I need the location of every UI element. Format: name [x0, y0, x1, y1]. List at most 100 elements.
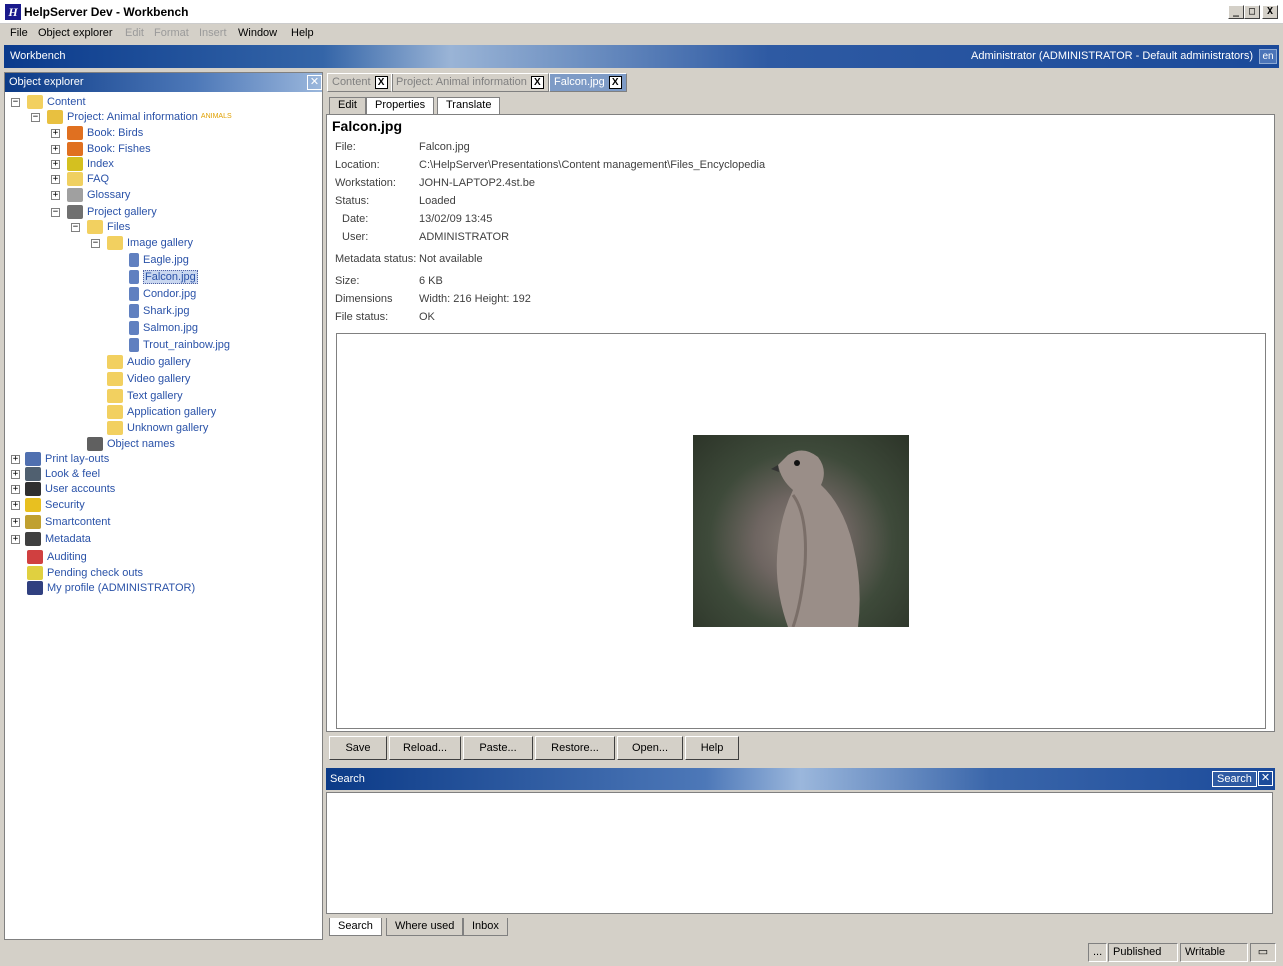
close-tab-icon[interactable]: X	[530, 75, 544, 89]
tree-item-book-fishes[interactable]: Book: Fishes	[67, 141, 151, 157]
prop-value: JOHN-LAPTOP2.4st.be	[419, 177, 535, 189]
tree-item-faq[interactable]: FAQ	[67, 171, 109, 187]
menu-window[interactable]: Window	[238, 27, 277, 39]
title-bar: H HelpServer Dev - Workbench _ □ X	[0, 0, 1283, 24]
expand-icon[interactable]: +	[11, 470, 20, 479]
tree-item-content[interactable]: Content	[27, 94, 86, 110]
language-button[interactable]: en	[1259, 49, 1277, 64]
tree-item-security[interactable]: Security	[25, 497, 85, 513]
book-icon	[67, 142, 83, 157]
tree-item-file[interactable]: Eagle.jpg	[129, 252, 189, 268]
folder-icon	[107, 355, 123, 370]
doc-tab-falcon[interactable]: Falcon.jpg X	[549, 73, 627, 92]
tree-item-pending-check-outs[interactable]: Pending check outs	[27, 565, 143, 581]
help-button[interactable]: Help	[685, 736, 739, 760]
status-layout-icon[interactable]: ▭	[1250, 943, 1276, 962]
prop-label: Location:	[335, 159, 380, 171]
tree-item-audio-gallery[interactable]: Audio gallery	[107, 354, 191, 370]
tree-item-application-gallery[interactable]: Application gallery	[107, 404, 216, 420]
expand-icon[interactable]: +	[11, 535, 20, 544]
restore-button[interactable]: Restore...	[535, 736, 615, 760]
tree-item-metadata[interactable]: Metadata	[25, 531, 91, 547]
close-search-icon[interactable]: ✕	[1258, 771, 1273, 786]
prop-value: Falcon.jpg	[419, 141, 470, 153]
open-button[interactable]: Open...	[617, 736, 683, 760]
tree-item-file[interactable]: Shark.jpg	[129, 303, 189, 319]
tree-item-user-accounts[interactable]: User accounts	[25, 481, 115, 497]
tree-item-files[interactable]: Files	[87, 219, 130, 235]
tree-item-file[interactable]: Trout_rainbow.jpg	[129, 337, 230, 353]
tab-inbox[interactable]: Inbox	[463, 918, 508, 936]
tree-item-file[interactable]: Falcon.jpg	[129, 269, 198, 285]
app-icon: H	[5, 4, 21, 20]
close-explorer-icon[interactable]: ✕	[307, 75, 322, 90]
maximize-button[interactable]: □	[1244, 5, 1260, 19]
tree-item-my-profile[interactable]: My profile (ADMINISTRATOR)	[27, 580, 195, 596]
expand-icon[interactable]: +	[51, 175, 60, 184]
tree-item-file[interactable]: Salmon.jpg	[129, 320, 198, 336]
tree-item-object-names[interactable]: Object names	[87, 436, 175, 452]
tab-search[interactable]: Search	[329, 918, 382, 936]
tree-item-project[interactable]: Project: Animal information ANIMALS	[47, 109, 232, 125]
users-icon	[25, 482, 41, 497]
tree-item-book-birds[interactable]: Book: Birds	[67, 125, 143, 141]
collapse-icon[interactable]: −	[71, 223, 80, 232]
chart-icon	[27, 550, 43, 565]
tree-item-video-gallery[interactable]: Video gallery	[107, 371, 190, 387]
close-button[interactable]: X	[1262, 5, 1278, 19]
tree-item-unknown-gallery[interactable]: Unknown gallery	[107, 420, 208, 436]
tree-item-image-gallery[interactable]: Image gallery	[107, 235, 193, 251]
expand-icon[interactable]: +	[11, 485, 20, 494]
expand-icon[interactable]: +	[11, 518, 20, 527]
menu-format[interactable]: Format	[154, 27, 189, 39]
reload-button[interactable]: Reload...	[389, 736, 461, 760]
expand-icon[interactable]: +	[11, 501, 20, 510]
tree-item-smartcontent[interactable]: Smartcontent	[25, 514, 110, 530]
collapse-icon[interactable]: −	[91, 239, 100, 248]
menu-insert[interactable]: Insert	[199, 27, 227, 39]
tree-item-file[interactable]: Condor.jpg	[129, 286, 196, 302]
expand-icon[interactable]: +	[51, 145, 60, 154]
close-tab-icon[interactable]: X	[374, 75, 388, 89]
image-file-icon	[129, 253, 139, 268]
tree-item-index[interactable]: Index	[67, 156, 114, 172]
expand-icon[interactable]: +	[51, 160, 60, 169]
collapse-icon[interactable]: −	[31, 113, 40, 122]
expand-icon[interactable]: +	[11, 455, 20, 464]
tree-item-text-gallery[interactable]: Text gallery	[107, 388, 183, 404]
close-tab-icon[interactable]: X	[608, 75, 622, 89]
minimize-button[interactable]: _	[1228, 5, 1244, 19]
collapse-icon[interactable]: −	[11, 98, 20, 107]
tab-translate[interactable]: Translate	[437, 97, 501, 114]
collapse-icon[interactable]: −	[51, 208, 60, 217]
smartcontent-icon	[25, 515, 41, 530]
menu-file[interactable]: File	[10, 27, 28, 39]
doc-tab-content[interactable]: Content X	[327, 73, 393, 92]
tree-item-glossary[interactable]: Glossary	[67, 187, 130, 203]
tab-properties[interactable]: Properties	[366, 97, 435, 114]
expand-icon[interactable]: +	[51, 191, 60, 200]
doc-tab-project[interactable]: Project: Animal information X	[391, 73, 549, 92]
expand-icon[interactable]: +	[51, 129, 60, 138]
save-button[interactable]: Save	[329, 736, 387, 760]
menu-edit[interactable]: Edit	[125, 27, 144, 39]
menu-object-explorer[interactable]: Object explorer	[38, 27, 113, 39]
tab-where-used[interactable]: Where used	[386, 918, 464, 936]
status-more-button[interactable]: ...	[1088, 943, 1108, 962]
folder-icon	[87, 220, 103, 235]
person-icon	[27, 581, 43, 596]
tree-item-print-layouts[interactable]: Print lay-outs	[25, 451, 109, 467]
menu-help[interactable]: Help	[291, 27, 314, 39]
tree-item-look-feel[interactable]: Look & feel	[25, 466, 100, 482]
tree-item-auditing[interactable]: Auditing	[27, 549, 87, 565]
action-bar: Save Reload... Paste... Restore... Open.…	[326, 734, 1275, 762]
folder-icon	[107, 421, 123, 436]
search-button[interactable]: Search	[1212, 771, 1257, 787]
paste-button[interactable]: Paste...	[463, 736, 533, 760]
tree-item-project-gallery[interactable]: Project gallery	[67, 204, 157, 220]
tab-edit[interactable]: Edit	[329, 97, 366, 114]
object-explorer-panel: Object explorer ✕ Content − Project: Ani…	[4, 72, 323, 940]
prop-label: Workstation:	[335, 177, 396, 189]
search-results[interactable]	[326, 792, 1273, 914]
object-tree[interactable]: Content − Project: Animal information AN…	[5, 93, 322, 939]
